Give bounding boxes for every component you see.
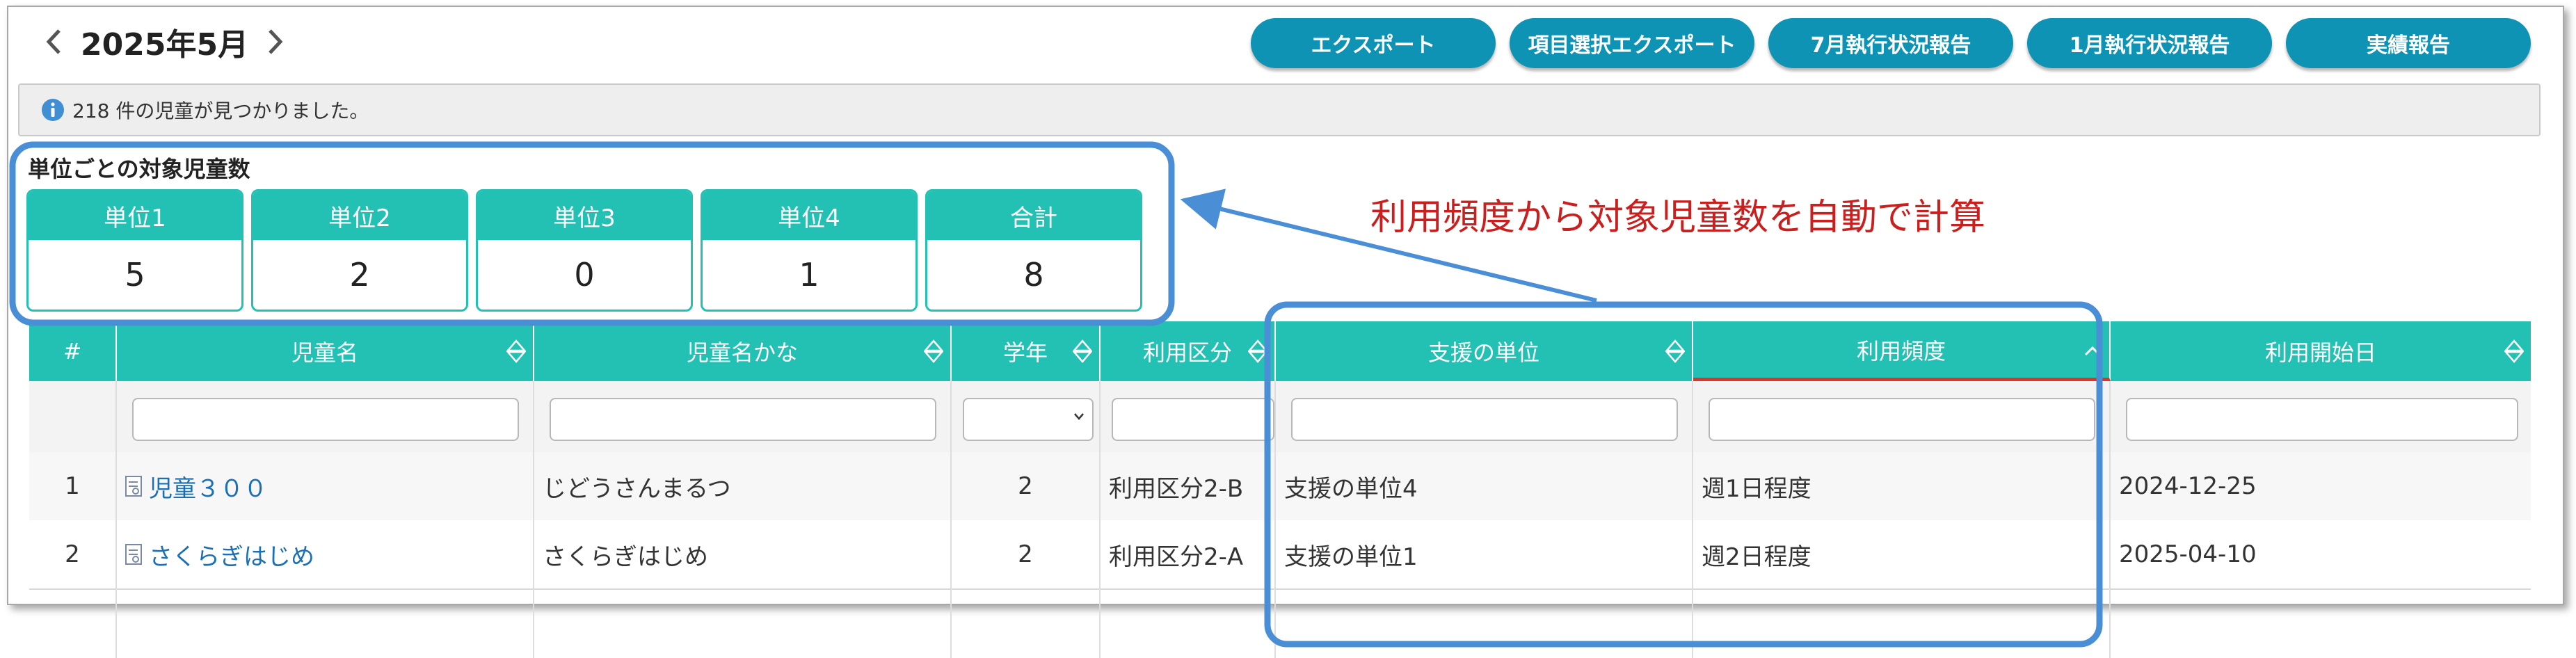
column-header-category[interactable]: 利用区分 — [1101, 321, 1276, 381]
unit-card-value: 2 — [349, 256, 370, 294]
unit-card-label: 合計 — [927, 191, 1140, 240]
column-divider — [1099, 381, 1101, 658]
result-count-text: 218 件の児童が見つかりました。 — [72, 99, 369, 122]
kana-cell: じどうさんまるつ — [543, 474, 731, 503]
grade-cell: 2 — [1018, 472, 1033, 500]
column-divider — [950, 381, 952, 658]
child-name-cell[interactable]: 児童３００ — [124, 452, 267, 520]
sort-icon — [1073, 339, 1092, 363]
sort-icon — [2504, 339, 2524, 363]
kana-cell: さくらぎはじめ — [543, 543, 708, 571]
unit-cell: 支援の単位1 — [1284, 543, 1418, 571]
unit-card-3: 単位3 0 — [476, 189, 693, 312]
unit-card-4: 単位4 1 — [701, 189, 918, 312]
custom-export-button[interactable]: 項目選択エクスポート — [1510, 18, 1754, 68]
category-cell: 利用区分2-B — [1109, 474, 1244, 503]
row-number: 1 — [65, 472, 80, 500]
sort-icon — [924, 339, 943, 363]
column-header-grade[interactable]: 学年 — [952, 321, 1101, 381]
start-date-cell: 2024-12-25 — [2119, 472, 2257, 500]
frequency-filter-input[interactable] — [1709, 398, 2095, 441]
month-label: 2025年5月 — [81, 27, 249, 63]
month-navigator: 2025年5月 — [36, 21, 293, 63]
january-report-button[interactable]: 1月執行状況報告 — [2027, 18, 2272, 68]
column-divider — [115, 381, 117, 658]
column-header-unit[interactable]: 支援の単位 — [1276, 321, 1693, 381]
column-header-number[interactable]: # — [29, 321, 117, 381]
performance-report-button[interactable]: 実績報告 — [2286, 18, 2531, 68]
column-header-kana[interactable]: 児童名かな — [534, 321, 952, 381]
grade-cell: 2 — [1018, 540, 1033, 568]
column-divider — [533, 381, 534, 658]
child-name-link[interactable]: 児童３００ — [149, 470, 267, 504]
column-divider — [1274, 381, 1276, 658]
annotation-callout-text: 利用頻度から対象児童数を自動で計算 — [1370, 197, 1986, 239]
info-icon — [42, 99, 64, 121]
unit-card-label: 単位1 — [29, 191, 241, 240]
table-row: 1 児童３００ じどうさんまるつ 2 利用区分2-B 支援の単位4 週1日程度 … — [29, 452, 2531, 522]
unit-card-value: 0 — [574, 256, 595, 294]
kana-filter-input[interactable] — [550, 398, 936, 441]
start-date-cell: 2025-04-10 — [2119, 540, 2257, 568]
chevron-down-icon — [1074, 413, 1084, 420]
sort-icon — [1665, 339, 1685, 363]
export-button[interactable]: エクスポート — [1251, 18, 1496, 68]
frequency-cell: 週2日程度 — [1702, 543, 1811, 571]
child-name-cell[interactable]: さくらぎはじめ — [124, 520, 314, 588]
name-filter-input[interactable] — [132, 398, 519, 441]
column-header-start-date[interactable]: 利用開始日 — [2111, 321, 2531, 381]
category-filter-input[interactable] — [1112, 398, 1274, 441]
column-header-frequency[interactable]: 利用頻度 — [1693, 321, 2111, 381]
unit-card-1: 単位1 5 — [26, 189, 243, 312]
category-cell: 利用区分2-A — [1109, 543, 1244, 571]
result-info-bar: 218 件の児童が見つかりました。 — [18, 83, 2541, 136]
child-name-link[interactable]: さくらぎはじめ — [149, 538, 314, 572]
unit-filter-input[interactable] — [1291, 398, 1678, 441]
unit-summary-title: 単位ごとの対象児童数 — [28, 156, 250, 182]
sort-icon — [506, 339, 526, 363]
sort-icon — [1248, 339, 1267, 363]
unit-card-value: 5 — [125, 256, 145, 294]
table-row: 2 さくらぎはじめ さくらぎはじめ 2 利用区分2-A 支援の単位1 週2日程度… — [29, 520, 2531, 590]
column-divider — [1692, 381, 1693, 658]
unit-cell: 支援の単位4 — [1284, 474, 1418, 503]
unit-card-label: 単位3 — [478, 191, 691, 240]
chevron-right-icon[interactable] — [258, 21, 293, 63]
row-number: 2 — [65, 540, 80, 568]
unit-card-2: 単位2 2 — [251, 189, 468, 312]
unit-card-label: 単位4 — [703, 191, 915, 240]
sort-ascending-icon — [2084, 346, 2101, 356]
column-header-name[interactable]: 児童名 — [117, 321, 534, 381]
start-date-filter-input[interactable] — [2126, 398, 2518, 441]
july-report-button[interactable]: 7月執行状況報告 — [1768, 18, 2013, 68]
unit-card-value: 1 — [799, 256, 819, 294]
unit-card-label: 単位2 — [253, 191, 466, 240]
frequency-cell: 週1日程度 — [1702, 474, 1811, 503]
filter-row — [29, 381, 2531, 452]
document-icon — [125, 476, 142, 497]
grade-filter-select[interactable] — [963, 398, 1094, 441]
column-divider — [2109, 381, 2111, 658]
unit-card-total: 合計 8 — [925, 189, 1142, 312]
unit-card-value: 8 — [1023, 256, 1044, 294]
document-icon — [125, 544, 142, 565]
chevron-left-icon[interactable] — [36, 21, 71, 63]
